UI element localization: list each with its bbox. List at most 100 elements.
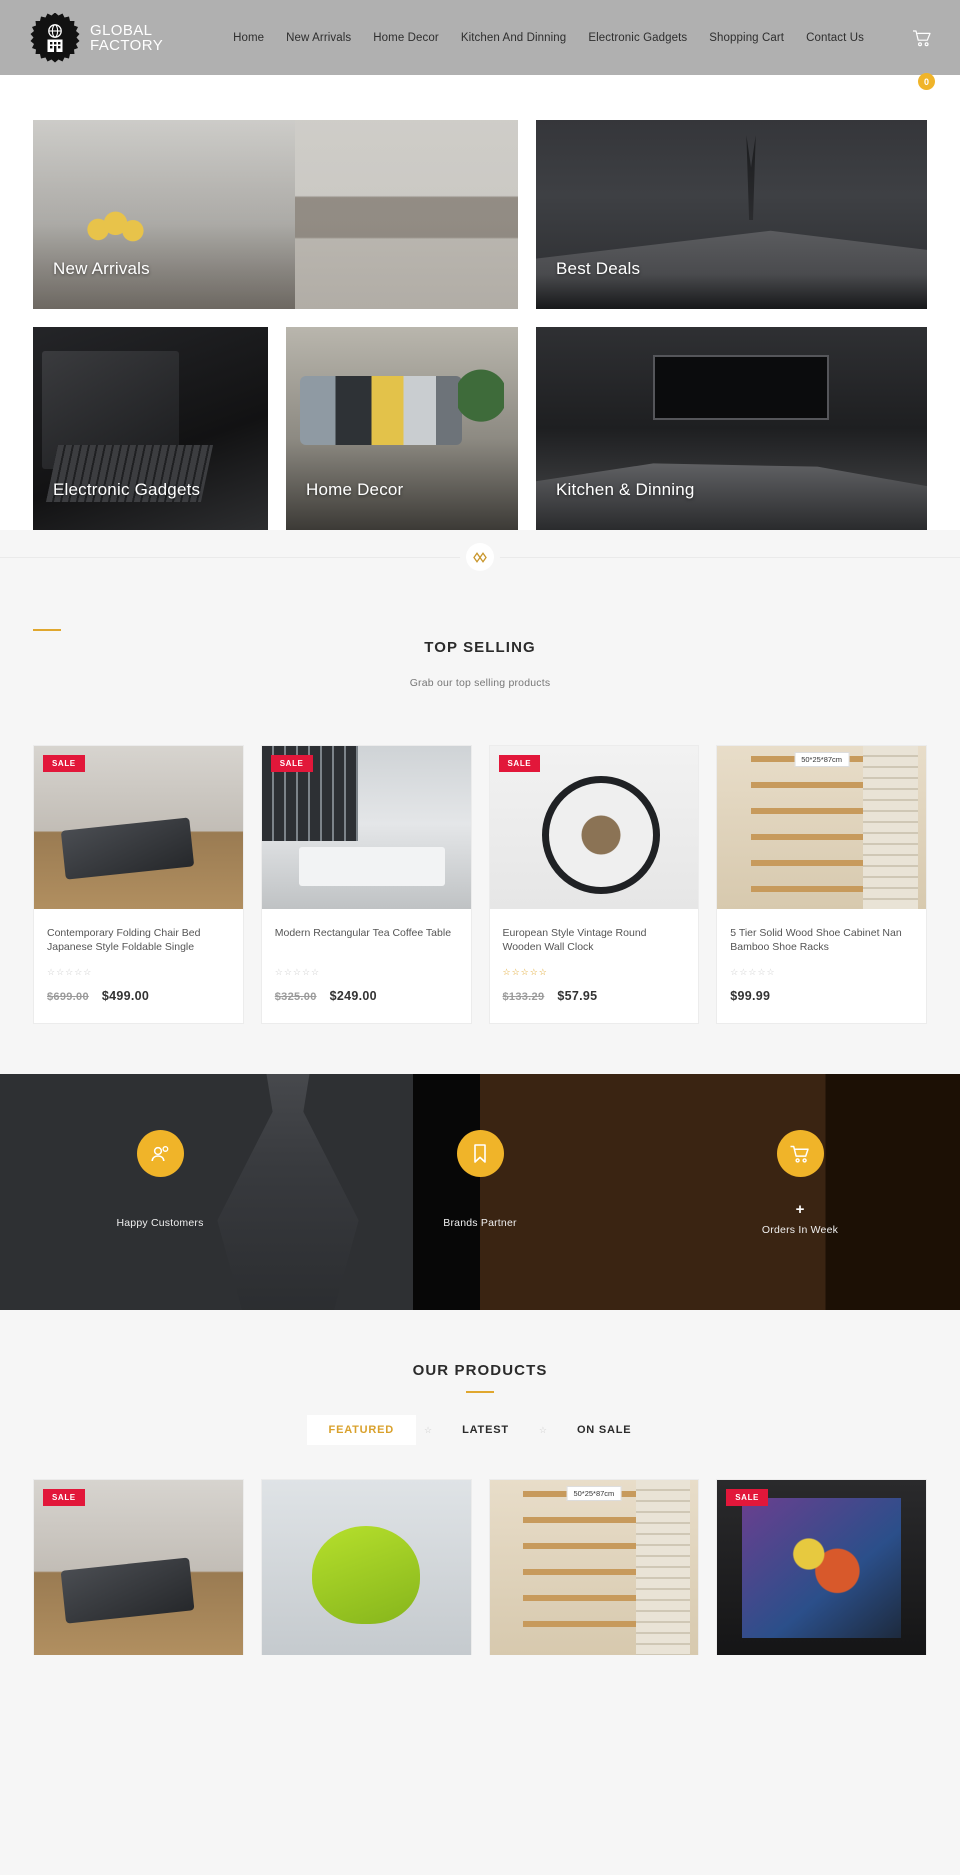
nav-item-shopping-cart[interactable]: Shopping Cart <box>709 32 784 44</box>
section-title: TOP SELLING <box>424 639 536 656</box>
category-row-2: Electronic Gadgets Home Decor Kitchen & … <box>33 327 927 530</box>
brand-line-1: GLOBAL <box>90 21 153 39</box>
product-card[interactable]: SALE European Style Vintage Round Wooden… <box>488 745 700 1024</box>
our-products-section: OUR PRODUCTS FEATURED ☆ LATEST ☆ ON SALE… <box>0 1310 960 1655</box>
sale-badge: SALE <box>498 755 541 772</box>
our-products-grid: SALE 50*25*87cm SALE <box>0 1445 960 1655</box>
sale-badge: SALE <box>270 755 313 772</box>
product-card[interactable]: SALE Modern Rectangular Tea Coffee Table… <box>260 745 472 1024</box>
category-label: Best Deals <box>556 259 641 278</box>
cart-count-badge: 0 <box>918 73 935 90</box>
price-sale: $499.00 <box>101 989 150 1003</box>
nav-item-electronic-gadgets[interactable]: Electronic Gadgets <box>588 32 687 44</box>
product-info: Modern Rectangular Tea Coffee Table ☆☆☆☆… <box>262 909 471 1023</box>
category-label: Electronic Gadgets <box>53 480 201 499</box>
product-rating: ☆☆☆☆☆ <box>274 967 321 977</box>
category-label: Home Decor <box>306 480 404 499</box>
product-prices: $325.00 $249.00 <box>275 989 458 1003</box>
product-rating: ☆☆☆☆☆ <box>47 967 93 977</box>
site-header: GLOBAL FACTORY Home New Arrivals Home De… <box>0 0 960 90</box>
product-info: 5 Tier Solid Wood Shoe Cabinet Nan Bambo… <box>717 909 926 1023</box>
stat-label: Orders In Week <box>761 1224 839 1236</box>
tab-latest[interactable]: LATEST <box>440 1415 531 1445</box>
stat-happy-customers: Happy Customers <box>0 1074 320 1310</box>
top-selling-section: TOP SELLING Grab our top selling product… <box>0 629 960 1024</box>
product-title: European Style Vintage Round Wooden Wall… <box>502 927 647 953</box>
nav-item-home[interactable]: Home <box>233 32 264 44</box>
price-original: $699.00 <box>47 991 89 1003</box>
product-image: SALE <box>34 746 243 909</box>
product-rating: ☆☆☆☆☆ <box>730 967 776 977</box>
stat-brands-partner: Brands Partner <box>320 1074 640 1310</box>
main-navigation: Home New Arrivals Home Decor Kitchen And… <box>233 29 932 47</box>
product-image: 50*25*87cm <box>489 1480 699 1655</box>
brand-line-2: FACTORY <box>90 36 164 54</box>
product-image: SALE <box>261 746 471 909</box>
stats-band: Happy Customers Brands Partner + Orders … <box>0 1074 960 1310</box>
nav-item-home-decor[interactable]: Home Decor <box>373 32 439 44</box>
category-tile-electronic-gadgets[interactable]: Electronic Gadgets <box>33 327 268 530</box>
size-badge: 50*25*87cm <box>794 752 850 767</box>
price-sale: $57.95 <box>557 989 598 1003</box>
product-title: Modern Rectangular Tea Coffee Table <box>274 927 452 939</box>
cart-icon <box>776 1130 824 1177</box>
stat-label: Happy Customers <box>116 1217 204 1229</box>
product-card[interactable]: 50*25*87cm 5 Tier Solid Wood Shoe Cabine… <box>716 745 927 1024</box>
product-title: Contemporary Folding Chair Bed Japanese … <box>47 927 201 953</box>
product-image: 50*25*87cm <box>717 746 926 909</box>
product-image: SALE <box>34 1480 243 1655</box>
product-rating: ☆☆☆☆☆ <box>502 967 548 977</box>
category-tile-best-deals[interactable]: Best Deals <box>536 120 927 309</box>
product-image: SALE <box>717 1480 926 1655</box>
price-original: $133.29 <box>502 991 545 1003</box>
stat-count: + <box>795 1201 805 1218</box>
section-subtitle: Grab our top selling products <box>409 677 551 689</box>
product-prices: $99.99 <box>730 989 913 1003</box>
category-row-1: New Arrivals Best Deals <box>33 120 927 309</box>
our-products-header: OUR PRODUCTS <box>0 1354 960 1393</box>
nav-item-contact-us[interactable]: Contact Us <box>806 32 864 44</box>
product-prices: $699.00 $499.00 <box>47 989 230 1003</box>
section-divider <box>0 543 960 617</box>
stat-label: Brands Partner <box>443 1217 517 1229</box>
product-info: Contemporary Folding Chair Bed Japanese … <box>34 909 243 1023</box>
sale-badge: SALE <box>726 1489 768 1506</box>
stat-orders-in-week: + Orders In Week <box>640 1074 960 1310</box>
star-separator-icon: ☆ <box>424 1424 433 1435</box>
product-card[interactable]: 50*25*87cm <box>488 1479 700 1655</box>
product-card[interactable] <box>260 1479 472 1655</box>
accent-rule <box>466 1391 494 1393</box>
price-sale: $249.00 <box>329 989 377 1003</box>
category-label: Kitchen & Dinning <box>556 480 695 499</box>
logo[interactable]: GLOBAL FACTORY <box>30 12 163 63</box>
people-icon <box>136 1130 184 1177</box>
price-original: $325.00 <box>274 991 317 1003</box>
price-sale: $99.99 <box>730 989 771 1003</box>
product-card[interactable]: SALE <box>716 1479 927 1655</box>
sale-badge: SALE <box>43 1489 85 1506</box>
category-tile-kitchen-and-dinning[interactable]: Kitchen & Dinning <box>536 327 927 530</box>
product-title: 5 Tier Solid Wood Shoe Cabinet Nan Bambo… <box>730 927 902 953</box>
tab-on-sale[interactable]: ON SALE <box>555 1415 654 1445</box>
tab-featured[interactable]: FEATURED <box>306 1415 417 1445</box>
category-label: New Arrivals <box>53 259 150 278</box>
sale-badge: SALE <box>43 755 85 772</box>
size-badge: 50*25*87cm <box>566 1486 622 1501</box>
category-tile-home-decor[interactable]: Home Decor <box>286 327 518 530</box>
section-title: OUR PRODUCTS <box>412 1362 548 1379</box>
brand-name: GLOBAL FACTORY <box>90 23 163 53</box>
product-filter-tabs: FEATURED ☆ LATEST ☆ ON SALE <box>0 1415 960 1445</box>
nav-item-new-arrivals[interactable]: New Arrivals <box>286 32 351 44</box>
category-grid: New Arrivals Best Deals Electronic Gadge… <box>0 75 960 530</box>
product-image <box>261 1480 471 1655</box>
product-prices: $133.29 $57.95 <box>503 989 686 1003</box>
nav-item-kitchen-and-dinning[interactable]: Kitchen And Dinning <box>461 32 566 44</box>
diamond-divider-icon <box>466 543 494 571</box>
product-card[interactable]: SALE <box>33 1479 244 1655</box>
globe-factory-logo-icon <box>30 12 80 63</box>
product-card[interactable]: SALE Contemporary Folding Chair Bed Japa… <box>33 745 244 1024</box>
cart-button[interactable] <box>912 29 932 47</box>
product-info: European Style Vintage Round Wooden Wall… <box>490 909 699 1023</box>
category-tile-new-arrivals[interactable]: New Arrivals <box>33 120 518 309</box>
top-selling-product-grid: SALE Contemporary Folding Chair Bed Japa… <box>0 689 960 1024</box>
